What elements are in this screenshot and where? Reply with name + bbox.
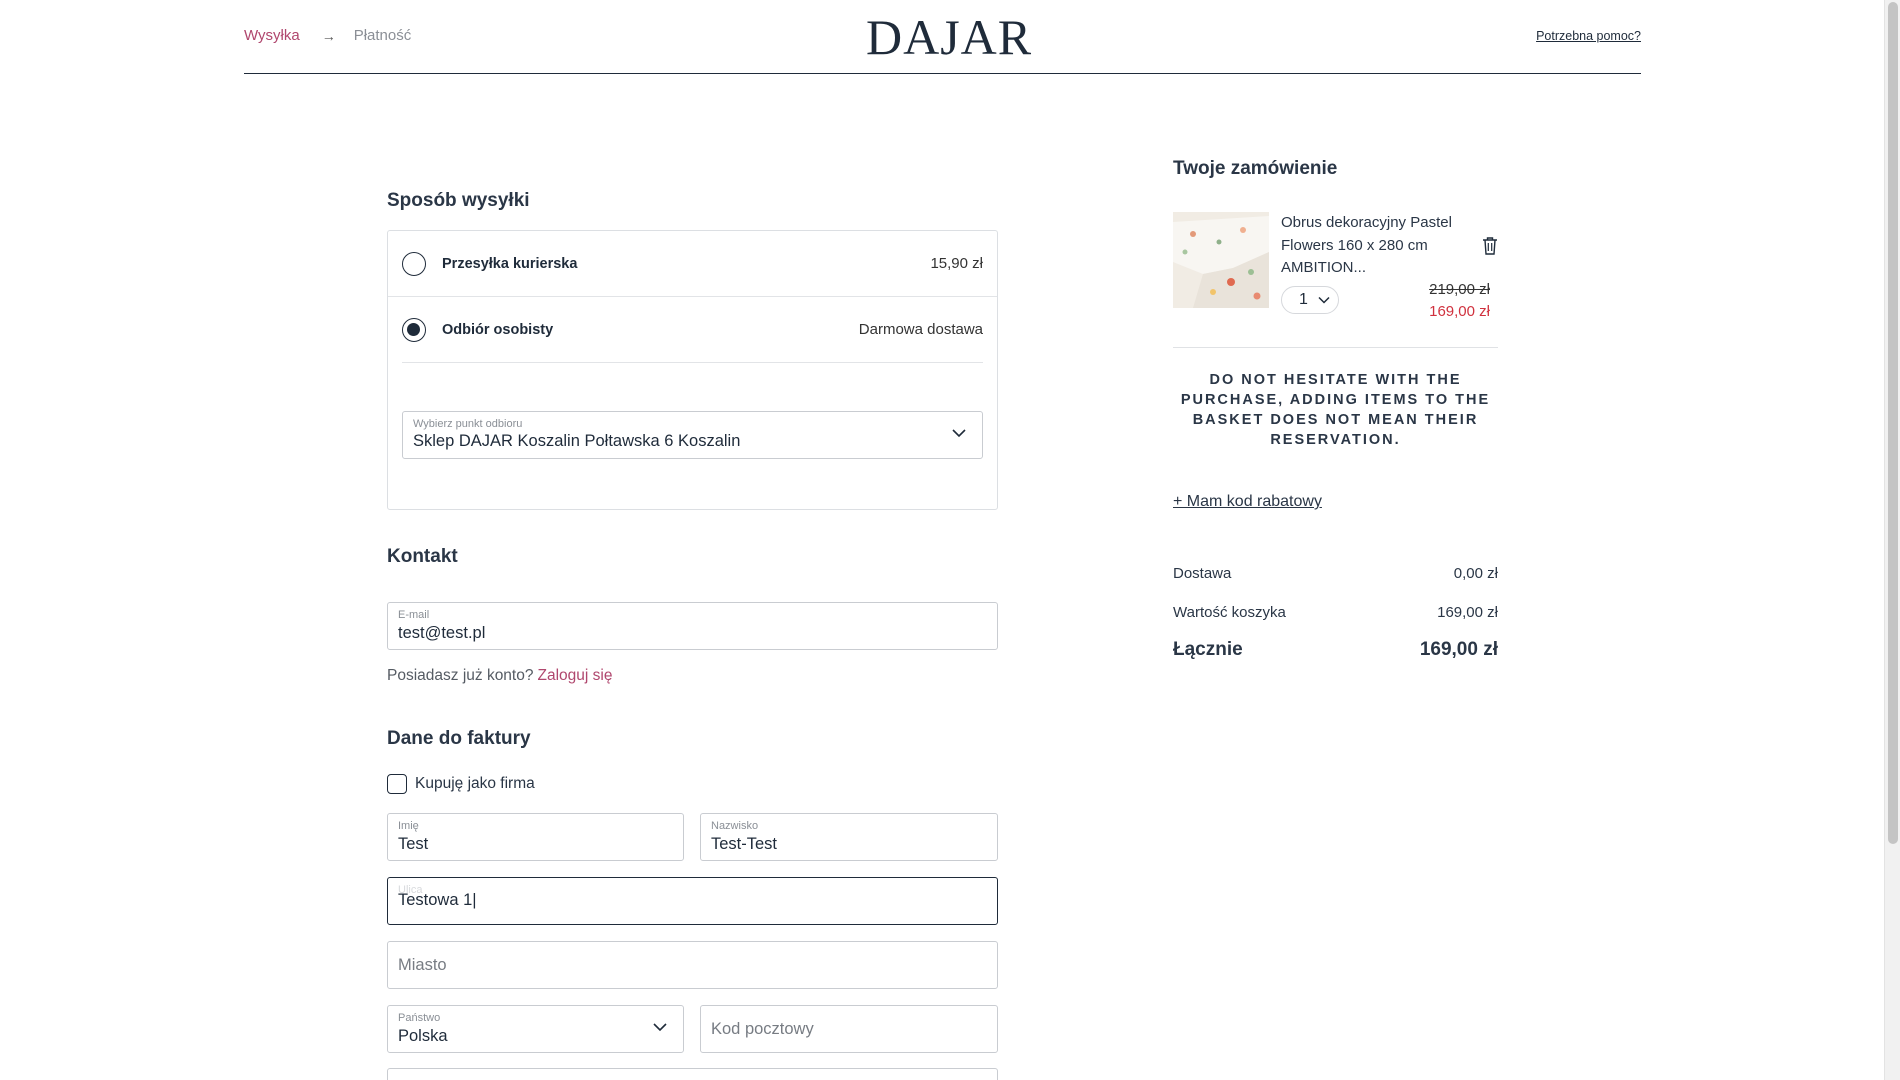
summary-label: Łącznie xyxy=(1173,639,1243,660)
contact-section-title: Kontakt xyxy=(387,546,458,567)
summary-row-cart-value: Wartość koszyka 169,00 zł xyxy=(1173,604,1498,621)
discount-code-link[interactable]: + Mam kod rabatowy xyxy=(1173,493,1322,511)
quantity-select[interactable]: 1 xyxy=(1281,286,1339,314)
scrollbar-thumb[interactable] xyxy=(1888,2,1898,844)
city-field[interactable]: Miasto xyxy=(387,941,998,989)
account-question: Posiadasz już konto? xyxy=(387,667,534,684)
order-title: Twoje zamówienie xyxy=(1173,158,1338,179)
checkout-steps: Wysyłka → Płatność xyxy=(244,27,411,44)
email-label: E-mail xyxy=(398,609,430,621)
shipping-option-price: Darmowa dostawa xyxy=(858,321,983,338)
shipping-option-price: 15,90 zł xyxy=(930,255,983,272)
quantity-value: 1 xyxy=(1299,291,1308,308)
billing-section-title: Dane do faktury xyxy=(387,728,531,749)
summary-row-delivery: Dostawa 0,00 zł xyxy=(1173,565,1498,582)
company-checkbox-label[interactable]: Kupuję jako firma xyxy=(415,775,535,793)
street-value: Testowa 1| xyxy=(398,891,477,909)
arrow-right-icon: → xyxy=(321,27,336,44)
step-payment: Płatność xyxy=(353,27,412,44)
shipping-section-title: Sposób wysyłki xyxy=(387,190,530,211)
radio-pickup[interactable] xyxy=(402,317,426,342)
first-name-field[interactable]: Imię Test xyxy=(387,813,684,861)
pickup-point-value: Sklep DAJAR Koszalin Połtawska 6 Koszali… xyxy=(413,432,741,450)
product-image[interactable] xyxy=(1173,212,1269,308)
logo[interactable]: DAJAR xyxy=(866,8,1032,66)
login-prompt: Posiadasz już konto? Zaloguj się xyxy=(387,667,612,685)
postcode-placeholder: Kod pocztowy xyxy=(711,1020,814,1038)
chevron-down-icon xyxy=(653,1023,667,1032)
login-link[interactable]: Zaloguj się xyxy=(537,667,612,684)
checkout-header: Wysyłka → Płatność DAJAR Potrzebna pomoc… xyxy=(244,0,1641,74)
chevron-down-icon xyxy=(952,429,966,438)
tablecloth-image xyxy=(1173,212,1269,308)
shipping-option-label: Przesyłka kurierska xyxy=(442,255,578,272)
country-select[interactable]: Państwo Polska xyxy=(387,1005,684,1053)
email-field[interactable]: E-mail test@test.pl xyxy=(387,602,998,650)
reservation-notice: DO NOT HESITATE WITH THE PURCHASE, ADDIN… xyxy=(1180,372,1491,448)
shipping-option-pickup[interactable]: Odbiór osobisty Darmowa dostawa xyxy=(402,297,983,363)
shipping-options: Przesyłka kurierska 15,90 zł Odbiór osob… xyxy=(387,230,998,510)
postcode-field[interactable]: Kod pocztowy xyxy=(700,1005,998,1053)
product-name[interactable]: Obrus dekoracyjny Pastel Flowers 160 x 2… xyxy=(1281,212,1461,280)
summary-label: Wartość koszyka xyxy=(1173,604,1286,621)
price-new: 169,00 zł xyxy=(1429,303,1490,320)
price-old: 219,00 zł xyxy=(1429,281,1490,298)
summary-value: 0,00 zł xyxy=(1453,565,1498,582)
summary-value: 169,00 zł xyxy=(1419,639,1498,660)
first-name-label: Imię xyxy=(398,820,419,832)
summary-value: 169,00 zł xyxy=(1437,604,1498,621)
trash-icon[interactable] xyxy=(1482,236,1498,256)
country-value: Polska xyxy=(398,1027,448,1045)
shipping-option-label: Odbiór osobisty xyxy=(442,321,554,338)
last-name-field[interactable]: Nazwisko Test-Test xyxy=(700,813,998,861)
pickup-point-label: Wybierz punkt odbioru xyxy=(413,418,523,430)
next-field[interactable] xyxy=(387,1068,998,1080)
shipping-option-courier[interactable]: Przesyłka kurierska 15,90 zł xyxy=(388,231,997,297)
step-shipping[interactable]: Wysyłka xyxy=(244,27,300,44)
country-label: Państwo xyxy=(398,1012,441,1024)
city-placeholder: Miasto xyxy=(398,956,447,974)
summary-label: Dostawa xyxy=(1173,565,1232,582)
email-value: test@test.pl xyxy=(398,624,486,642)
divider xyxy=(1173,347,1498,348)
company-checkbox[interactable] xyxy=(387,774,407,794)
help-link[interactable]: Potrzebna pomoc? xyxy=(1536,29,1641,43)
last-name-label: Nazwisko xyxy=(711,820,759,832)
pickup-point-select[interactable]: Wybierz punkt odbioru Sklep DAJAR Koszal… xyxy=(402,411,983,459)
summary-row-total: Łącznie 169,00 zł xyxy=(1173,639,1498,661)
first-name-value: Test xyxy=(398,835,429,853)
last-name-value: Test-Test xyxy=(711,835,778,853)
street-field[interactable]: Ulica Testowa 1| xyxy=(387,877,998,925)
page-scrollbar[interactable] xyxy=(1884,0,1900,1080)
chevron-down-icon xyxy=(1318,296,1330,304)
radio-courier[interactable] xyxy=(402,251,426,276)
